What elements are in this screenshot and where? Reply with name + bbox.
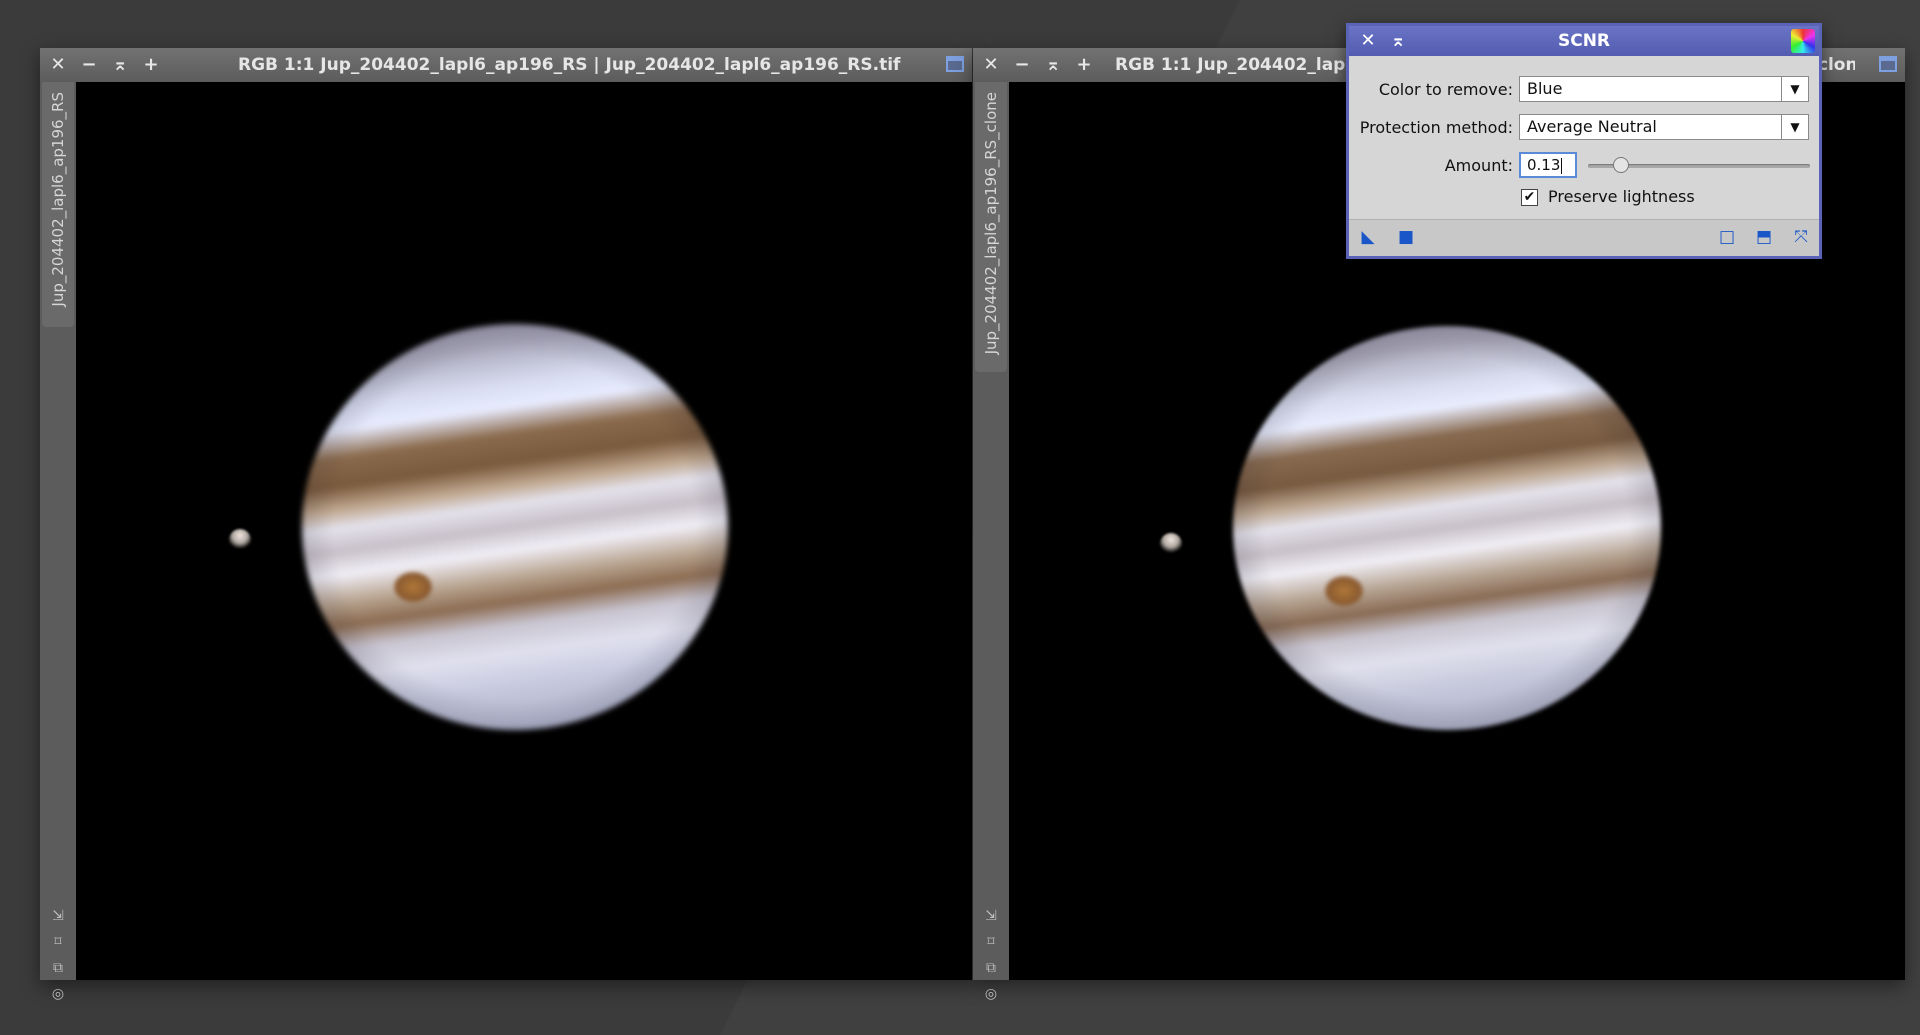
protection-method-label: Protection method: <box>1359 118 1513 137</box>
protection-method-select[interactable]: Average Neutral ▼ <box>1519 114 1809 140</box>
resize-corner-icon[interactable]: ⇲ <box>983 908 999 924</box>
reset-icon[interactable]: ⤧ <box>1792 228 1810 246</box>
dialog-footer: ◣ ■ □ ⬒ ⤧ <box>1349 219 1819 256</box>
preserve-lightness-label: Preserve lightness <box>1548 187 1695 206</box>
dialog-title: SCNR <box>1557 31 1611 51</box>
window-titlebar[interactable]: ✕ − ⌅ + RGB 1:1 Jup_204402_lapl6_ap196_R… <box>40 48 972 83</box>
color-to-remove-select[interactable]: Blue ▼ <box>1519 76 1809 102</box>
preview-icon[interactable]: □ <box>1718 228 1736 246</box>
checkmark-icon: ✔ <box>1523 189 1536 205</box>
shade-icon[interactable]: ⌅ <box>109 54 131 76</box>
minimize-icon[interactable]: − <box>1011 54 1033 76</box>
color-to-remove-label: Color to remove: <box>1378 80 1513 99</box>
apply-icon[interactable]: ■ <box>1397 228 1415 246</box>
view-sidebar: Jup_204402_lapl6_ap196_RS ⇲ ⌑ ⧉ ◎ <box>40 82 77 1002</box>
shade-icon[interactable]: ⌅ <box>1042 54 1064 76</box>
jupiter-image <box>1233 326 1661 730</box>
close-icon[interactable]: ✕ <box>47 54 69 76</box>
moon-image <box>229 529 251 551</box>
minimize-icon[interactable]: − <box>78 54 100 76</box>
text-caret <box>1561 157 1563 174</box>
target-icon[interactable]: ◎ <box>983 986 999 1002</box>
maximize-icon[interactable]: + <box>140 54 162 76</box>
jupiter-image <box>302 324 728 730</box>
window-title: RGB 1:1 Jup_204402_lapl6_ap196_RS | Jup_… <box>238 55 901 75</box>
documentation-icon[interactable]: ⬒ <box>1755 228 1773 246</box>
fit-view-icon[interactable]: ⌑ <box>50 934 66 950</box>
great-red-spot <box>1325 576 1363 606</box>
new-instance-icon[interactable]: ◣ <box>1359 228 1377 246</box>
window-max-icon[interactable] <box>1879 56 1897 72</box>
chevron-down-icon[interactable]: ▼ <box>1781 77 1808 101</box>
amount-label: Amount: <box>1444 156 1513 175</box>
great-red-spot <box>394 572 432 602</box>
maximize-icon[interactable]: + <box>1073 54 1095 76</box>
view-identifier-label: Jup_204402_lapl6_ap196_RS <box>49 92 67 307</box>
preserve-lightness-checkbox[interactable]: ✔ <box>1521 189 1538 206</box>
image-window-original[interactable]: ✕ − ⌅ + RGB 1:1 Jup_204402_lapl6_ap196_R… <box>40 48 972 1002</box>
image-viewport[interactable] <box>76 82 972 980</box>
window-max-icon[interactable] <box>946 56 964 72</box>
clone-icon[interactable]: ⧉ <box>50 960 66 976</box>
protection-method-value: Average Neutral <box>1527 117 1657 136</box>
clone-icon[interactable]: ⧉ <box>983 960 999 976</box>
amount-input[interactable]: 0.13 <box>1519 152 1577 178</box>
target-icon[interactable]: ◎ <box>50 986 66 1002</box>
view-identifier-label: Jup_204402_lapl6_ap196_RS_clone <box>982 92 1000 355</box>
moon-image <box>1160 533 1182 555</box>
resize-corner-icon[interactable]: ⇲ <box>50 908 66 924</box>
dialog-titlebar[interactable]: ✕ ⌅ SCNR <box>1349 26 1819 56</box>
close-icon[interactable]: ✕ <box>980 54 1002 76</box>
amount-value: 0.13 <box>1527 156 1561 174</box>
color-to-remove-value: Blue <box>1527 79 1563 98</box>
fit-view-icon[interactable]: ⌑ <box>983 934 999 950</box>
amount-slider-thumb[interactable] <box>1612 157 1629 173</box>
chevron-down-icon[interactable]: ▼ <box>1781 115 1808 139</box>
process-icon <box>1791 29 1815 53</box>
view-sidebar: Jup_204402_lapl6_ap196_RS_clone ⇲ ⌑ ⧉ ◎ <box>973 82 1010 1002</box>
scnr-dialog[interactable]: ✕ ⌅ SCNR Color to remove: Blue ▼ Protect… <box>1346 23 1822 259</box>
